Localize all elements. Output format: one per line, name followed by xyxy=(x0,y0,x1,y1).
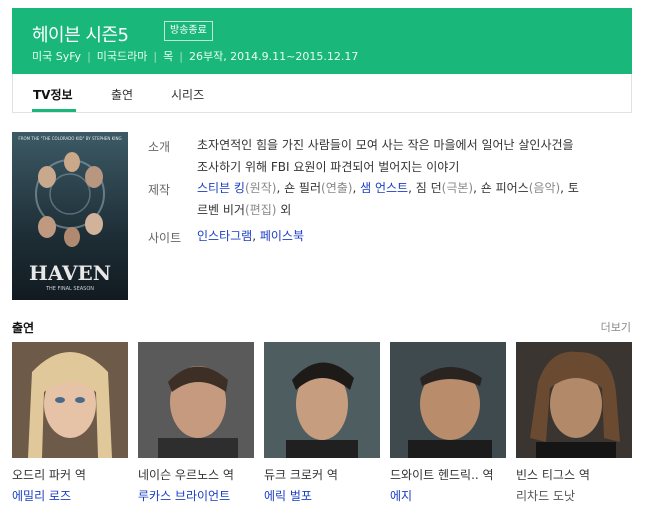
intro-text: 초자연적인 힘을 가진 사람들이 모여 사는 작은 마을에서 일어난 살인사건을… xyxy=(197,134,617,178)
crew-role: (극본) xyxy=(441,181,474,195)
meta-day: 목 xyxy=(163,50,174,63)
cast-actor[interactable]: 에지 xyxy=(390,487,506,504)
status-badge: 방송종료 xyxy=(164,21,213,41)
show-meta: 미국 SyFy | 미국드라마 | 목 | 26부작, 2014.9.11~2015.12.… xyxy=(32,50,359,63)
instagram-link[interactable]: 인스타그램 xyxy=(197,229,252,243)
cast-card[interactable]: 빈스 티그스 역 리차드 도낫 xyxy=(516,342,632,504)
cast-card[interactable]: 듀크 크로커 역 에릭 벌포 xyxy=(264,342,380,504)
site-label: 사이트 xyxy=(148,231,182,245)
cast-role: 드와이트 헨드릭.. 역 xyxy=(390,468,494,482)
crew-role: (연출) xyxy=(321,181,353,195)
crew-name: 르벤 비거 xyxy=(197,203,245,217)
tab-cast[interactable]: 출연 xyxy=(111,86,133,103)
tab-tv-info[interactable]: TV정보 xyxy=(33,86,73,103)
cast-role: 빈스 티그스 역 xyxy=(516,468,590,482)
cast-actor[interactable]: 루카스 브라이언트 xyxy=(138,487,254,504)
cast-actor[interactable]: 리차드 도낫 xyxy=(516,487,632,504)
cast-actor[interactable]: 에밀리 로즈 xyxy=(12,487,128,504)
crew-suffix: 외 xyxy=(276,203,292,217)
poster-image[interactable]: FROM THE "THE COLORADO KID" BY STEPHEN K… xyxy=(12,132,128,300)
active-tab-indicator xyxy=(32,109,76,112)
cast-photo[interactable] xyxy=(264,342,380,458)
crew-name: 숀 피어스 xyxy=(480,181,529,195)
intro-line-2: 조사하기 위해 FBI 요원이 파견되어 벌어지는 이야기 xyxy=(197,160,460,174)
cast-role: 오드리 파커 역 xyxy=(12,468,86,482)
cast-card[interactable]: 드와이트 헨드릭.. 역 에지 xyxy=(390,342,506,504)
poster-logo: HAVEN xyxy=(29,261,111,285)
more-link[interactable]: 더보기 xyxy=(601,319,631,335)
cast-role: 네이슨 우르노스 역 xyxy=(138,468,234,482)
cast-card[interactable]: 네이슨 우르노스 역 루카스 브라이언트 xyxy=(138,342,254,504)
cast-section-title: 출연 xyxy=(12,321,35,335)
cast-photo[interactable] xyxy=(390,342,506,458)
crew-role: (음악) xyxy=(528,181,561,195)
cast-photo[interactable] xyxy=(516,342,632,458)
cast-photo[interactable] xyxy=(138,342,254,458)
cast-photo[interactable] xyxy=(12,342,128,458)
tab-bar: TV정보 출연 시리즈 xyxy=(12,74,632,113)
crew-link[interactable]: 스티븐 킹 xyxy=(197,181,245,195)
poster-tagline: FROM THE "THE COLORADO KID" BY STEPHEN K… xyxy=(18,136,121,141)
meta-genre[interactable]: 미국드라마 xyxy=(97,50,148,63)
page-title: 헤이븐 시즌5 xyxy=(32,25,129,46)
title-header: 헤이븐 시즌5 방송종료 미국 SyFy | 미국드라마 | 목 | 26부작, 2014.… xyxy=(12,8,632,74)
poster-subtitle: THE FINAL SEASON xyxy=(45,286,94,292)
production-label: 제작 xyxy=(148,183,171,197)
production-text: 스티븐 킹(원작), 숀 필러(연출), 샘 언스트, 짐 던(극본), 숀 피… xyxy=(197,181,579,217)
crew-role: (원작) xyxy=(244,181,277,195)
tab-series[interactable]: 시리즈 xyxy=(171,86,204,103)
site-links: 인스타그램, 페이스북 xyxy=(197,229,305,243)
crew-name: 토 xyxy=(567,181,579,195)
crew-link[interactable]: 샘 언스트 xyxy=(360,181,408,195)
intro-line-1: 초자연적인 힘을 가진 사람들이 모여 사는 작은 마을에서 일어난 살인사건을 xyxy=(197,138,574,152)
cast-card[interactable]: 오드리 파커 역 에밀리 로즈 xyxy=(12,342,128,504)
meta-network[interactable]: 미국 SyFy xyxy=(32,50,81,63)
facebook-link[interactable]: 페이스북 xyxy=(260,229,304,243)
cast-role: 듀크 크로커 역 xyxy=(264,468,338,482)
crew-name: 숀 필러 xyxy=(284,181,322,195)
crew-name: 짐 던 xyxy=(415,181,442,195)
cast-actor[interactable]: 에릭 벌포 xyxy=(264,487,380,504)
crew-role: (편집) xyxy=(244,203,277,217)
intro-label: 소개 xyxy=(148,140,171,154)
meta-episodes: 26부작, 2014.9.11~2015.12.17 xyxy=(188,50,359,63)
